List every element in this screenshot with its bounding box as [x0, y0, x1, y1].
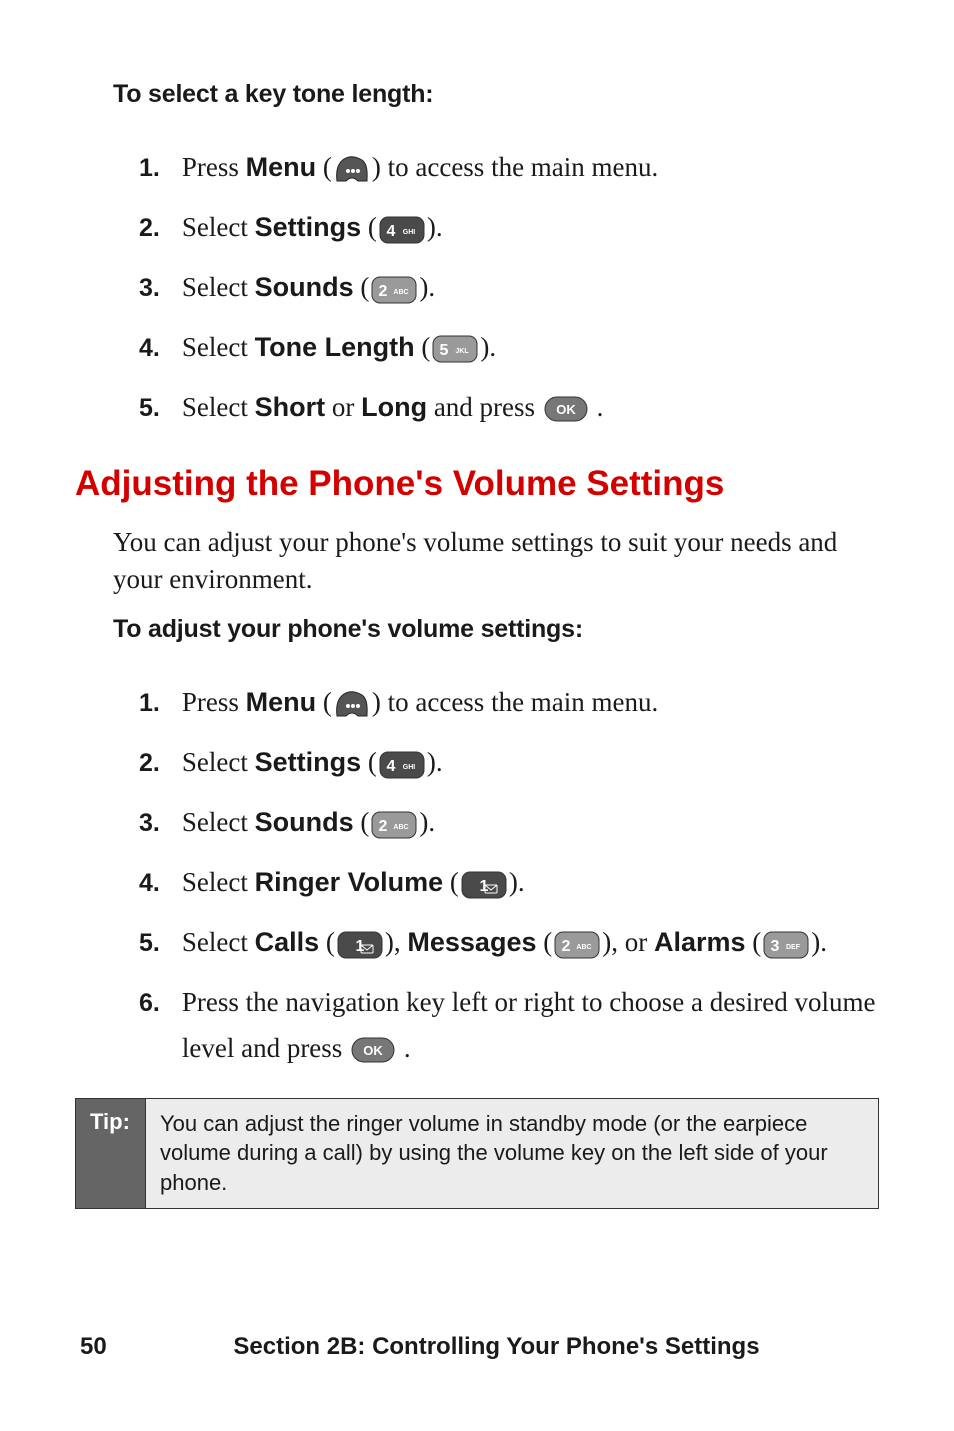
key4-icon: 4 GHI: [379, 216, 425, 244]
svg-text:4: 4: [386, 758, 395, 775]
svg-text:3: 3: [771, 938, 780, 955]
svg-text:DEF: DEF: [786, 944, 801, 951]
list-item: 5.Select Short or Long and press OK .: [139, 377, 658, 437]
list-item: 1.Press Menu () to access the main menu.: [139, 672, 879, 732]
footer: 50 Section 2B: Controlling Your Phone's …: [0, 1333, 954, 1361]
page: To select a key tone length: 1.Press Men…: [0, 0, 954, 1431]
step-number: 6.: [139, 972, 182, 1078]
svg-text:ABC: ABC: [577, 944, 592, 951]
section-title: Section 2B: Controlling Your Phone's Set…: [233, 1333, 759, 1360]
step-number: 4.: [139, 852, 182, 912]
step-body: Select Ringer Volume (1).: [182, 852, 879, 912]
svg-text:4: 4: [386, 223, 395, 240]
list-item: 3.Select Sounds (2ABC).: [139, 792, 879, 852]
step-body: Select Sounds (2ABC).: [182, 792, 879, 852]
svg-text:GHI: GHI: [403, 764, 416, 771]
intro-paragraph: You can adjust your phone's volume setti…: [113, 524, 879, 597]
list-item: 1.Press Menu () to access the main menu.: [139, 137, 658, 197]
list-item: 2.Select Settings (4GHI).: [139, 732, 879, 792]
step-body: Select Tone Length (5JKL).: [182, 317, 658, 377]
step-number: 3.: [139, 257, 182, 317]
list-item: 4.Select Tone Length (5JKL).: [139, 317, 658, 377]
step-body: Select Settings (4GHI).: [182, 732, 879, 792]
ok-icon: OK: [544, 396, 588, 422]
step-body: Select Sounds (2ABC).: [182, 257, 658, 317]
step-number: 4.: [139, 317, 182, 377]
step-body: Press the navigation key left or right t…: [182, 972, 879, 1078]
list-item: 2.Select Settings (4GHI).: [139, 197, 658, 257]
step-number: 1.: [139, 672, 182, 732]
svg-text:2: 2: [379, 283, 388, 300]
menu-icon: [334, 690, 370, 720]
key2-icon: 2 ABC: [371, 276, 417, 304]
key2-icon: 2 ABC: [371, 811, 417, 839]
svg-text:OK: OK: [556, 402, 576, 417]
step-number: 3.: [139, 792, 182, 852]
step-body: Select Calls (1), Messages (2ABC), or Al…: [182, 912, 879, 972]
step-body: Press Menu () to access the main menu.: [182, 672, 879, 732]
tip-label: Tip:: [76, 1099, 146, 1208]
step-number: 1.: [139, 137, 182, 197]
tip-box: Tip: You can adjust the ringer volume in…: [75, 1098, 879, 1209]
step-number: 2.: [139, 197, 182, 257]
list-item: 4.Select Ringer Volume (1).: [139, 852, 879, 912]
key5-icon: 5 JKL: [432, 335, 478, 363]
key4-icon: 4 GHI: [379, 751, 425, 779]
svg-text:ABC: ABC: [394, 289, 409, 296]
section1-steps: 1.Press Menu () to access the main menu.…: [139, 137, 658, 436]
key2-icon: 2 ABC: [554, 931, 600, 959]
section2-steps: 1.Press Menu () to access the main menu.…: [139, 672, 879, 1077]
menu-icon: [334, 155, 370, 185]
section2-heading: To adjust your phone's volume settings:: [113, 615, 879, 644]
step-body: Press Menu () to access the main menu.: [182, 137, 658, 197]
heading-volume-settings: Adjusting the Phone's Volume Settings: [75, 464, 879, 504]
list-item: 5.Select Calls (1), Messages (2ABC), or …: [139, 912, 879, 972]
key1-icon: 1: [337, 931, 383, 959]
svg-text:ABC: ABC: [394, 824, 409, 831]
svg-text:5: 5: [440, 342, 449, 359]
section1-heading: To select a key tone length:: [113, 80, 879, 109]
ok-icon: OK: [351, 1037, 395, 1063]
step-body: Select Short or Long and press OK .: [182, 377, 658, 437]
svg-text:GHI: GHI: [403, 229, 416, 236]
step-number: 5.: [139, 912, 182, 972]
svg-text:OK: OK: [363, 1043, 383, 1058]
page-number: 50: [80, 1333, 107, 1361]
list-item: 6.Press the navigation key left or right…: [139, 972, 879, 1078]
key3-icon: 3 DEF: [763, 931, 809, 959]
svg-text:2: 2: [562, 938, 571, 955]
tip-text: You can adjust the ringer volume in stan…: [146, 1099, 878, 1208]
step-number: 2.: [139, 732, 182, 792]
svg-text:JKL: JKL: [456, 348, 470, 355]
step-body: Select Settings (4GHI).: [182, 197, 658, 257]
list-item: 3.Select Sounds (2ABC).: [139, 257, 658, 317]
step-number: 5.: [139, 377, 182, 437]
svg-text:2: 2: [379, 818, 388, 835]
key1-icon: 1: [461, 871, 507, 899]
